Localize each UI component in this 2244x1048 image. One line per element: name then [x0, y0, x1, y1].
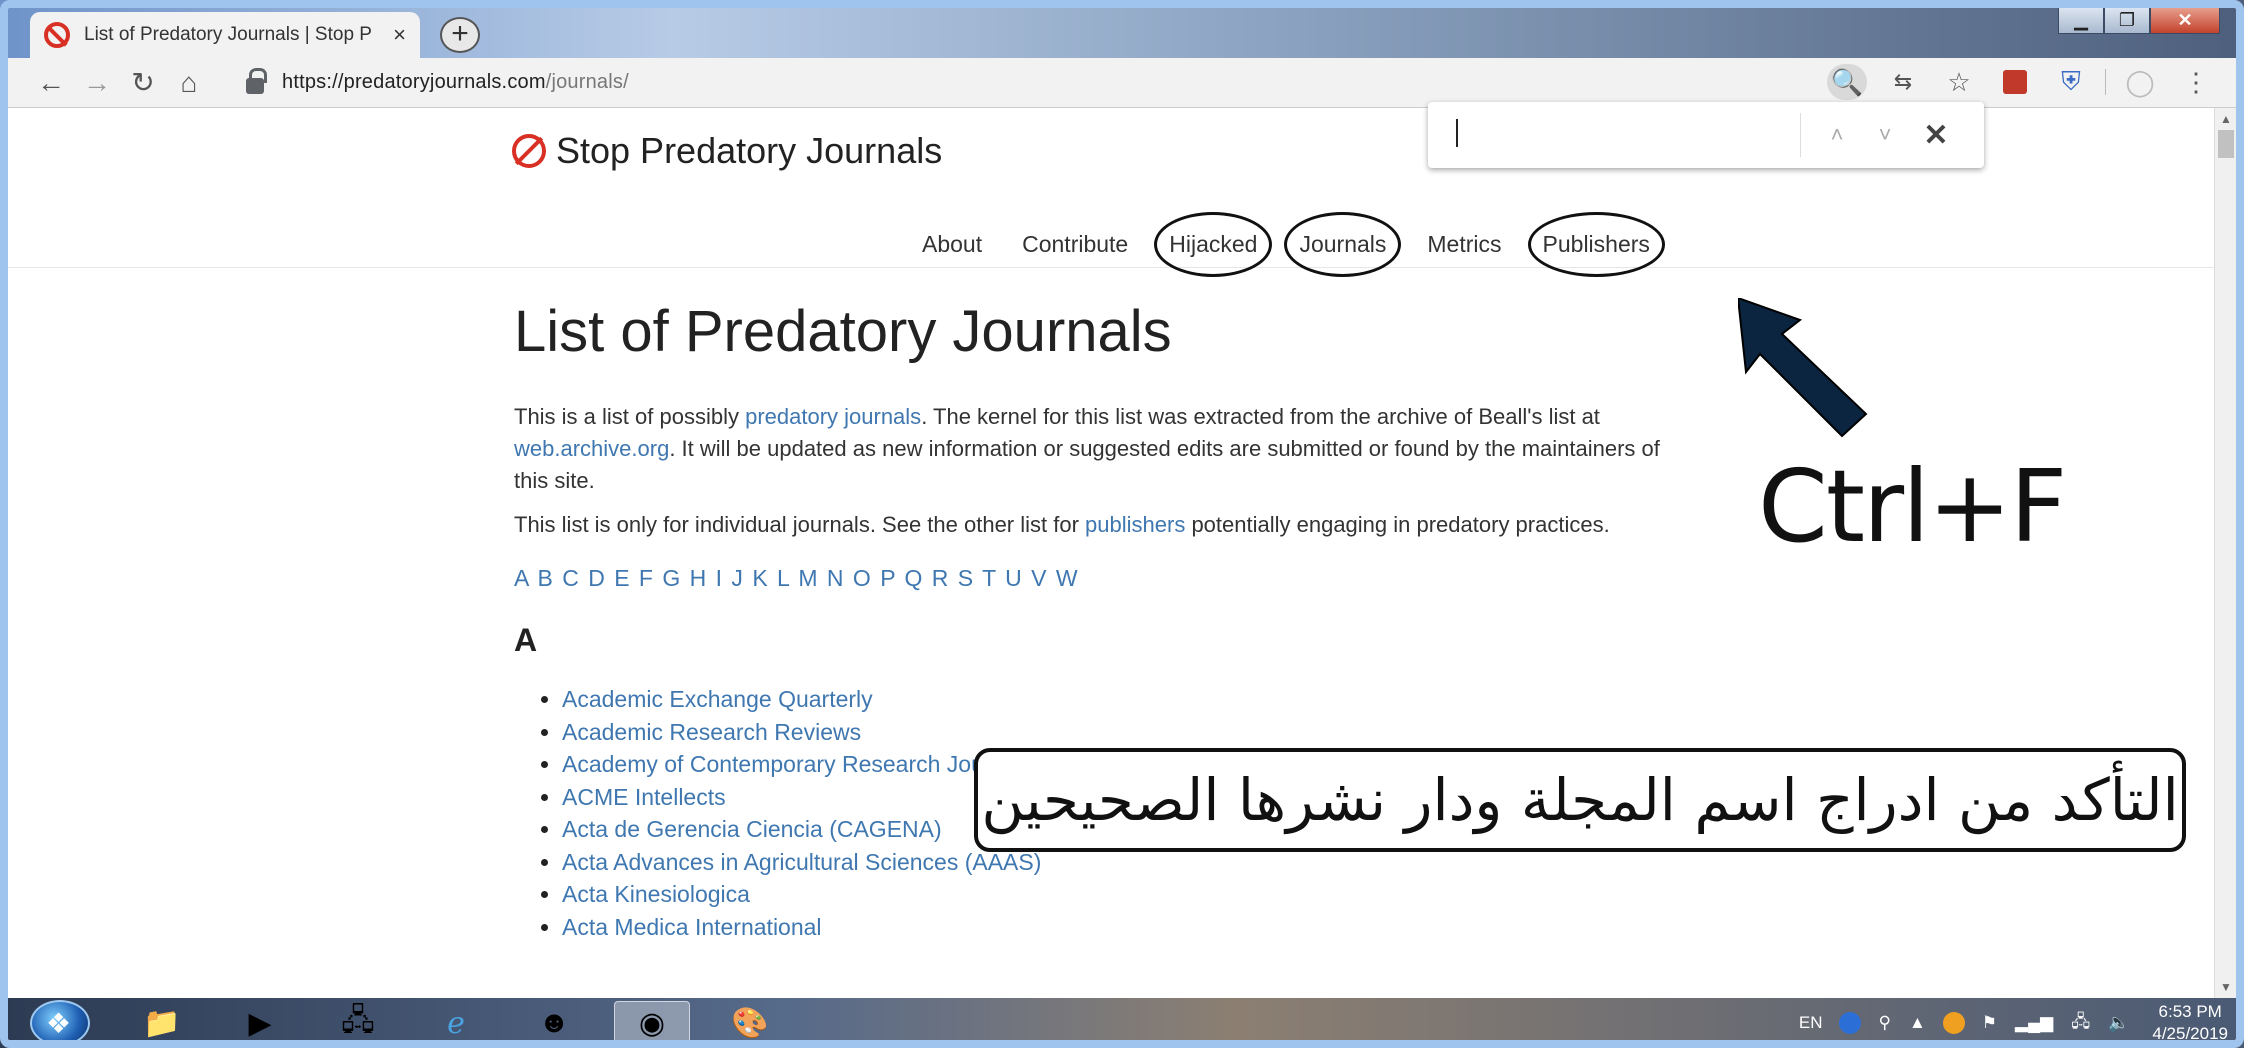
notification-icon[interactable]: [1942, 1012, 1965, 1034]
browser-toolbar: ← → ↻ ⌂ https://predatoryjournals.com/jo…: [0, 58, 2244, 108]
find-in-page-icon[interactable]: 🔍: [1827, 64, 1867, 100]
web-archive-link[interactable]: web.archive.org: [514, 436, 669, 461]
list-item[interactable]: Acta Kinesiologica: [562, 878, 1714, 911]
reload-icon[interactable]: ↻: [120, 66, 166, 99]
clock-date: 4/25/2019: [2152, 1024, 2228, 1043]
pin-icon[interactable]: ⚲: [1878, 1013, 1890, 1033]
close-window-button[interactable]: ✕: [2150, 6, 2220, 34]
forward-arrow-icon[interactable]: →: [74, 67, 120, 99]
signal-bars-icon[interactable]: ▂▄▆: [2015, 1013, 2053, 1033]
alphabet-index[interactable]: A B C D E F G H I J K L M N O P Q R S T …: [514, 565, 1714, 592]
annotation-arrow-icon: [1738, 298, 1868, 438]
toolbar-actions: 🔍 ⇆ ☆ ⛨ ◯ ⋮: [1819, 64, 2224, 100]
network-app-icon[interactable]: 🖧: [320, 1001, 396, 1045]
find-divider: [1800, 113, 1801, 157]
extension-icon-shield[interactable]: ⛨: [2051, 64, 2091, 100]
messenger-app-icon[interactable]: ☻: [516, 1001, 592, 1045]
maximize-button[interactable]: ❐: [2104, 6, 2150, 34]
tab-strip: List of Predatory Journals | Stop P × + …: [0, 0, 2244, 58]
scroll-up-icon[interactable]: ▲: [2220, 112, 2232, 126]
url-text[interactable]: https://predatoryjournals.com/journals/: [282, 71, 629, 94]
extension-icon-red[interactable]: [1995, 64, 2035, 100]
find-bar: ˄ ˅ ✕: [1428, 102, 1984, 168]
address-bar[interactable]: https://predatoryjournals.com/journals/: [246, 63, 629, 103]
translate-icon[interactable]: ⇆: [1883, 64, 1923, 100]
stop-sign-icon: [512, 134, 546, 168]
list-item[interactable]: Acta Medica International: [562, 911, 1714, 944]
find-close-button[interactable]: ✕: [1909, 118, 1963, 153]
shortcut-annotation: Ctrl+F: [1758, 448, 2067, 565]
start-button[interactable]: [30, 1000, 90, 1046]
nav-hijacked[interactable]: Hijacked: [1154, 212, 1273, 277]
list-item[interactable]: Academic Research Reviews: [562, 716, 1714, 749]
system-tray: EN ⚲ ▲ ⚑ ▂▄▆ 🖧 🔈 6:53 PM 4/25/2019: [1790, 998, 2228, 1048]
home-icon[interactable]: ⌂: [166, 67, 212, 99]
clock-time: 6:53 PM: [2158, 1002, 2222, 1021]
section-heading: A: [514, 622, 538, 658]
minimize-button[interactable]: ▁: [2058, 6, 2104, 34]
help-icon[interactable]: [1839, 1012, 1862, 1034]
site-title: Stop Predatory Journals: [556, 130, 943, 171]
site-nav: About Contribute Hijacked Journals Metri…: [922, 212, 1691, 277]
page-title: List of Predatory Journals: [514, 299, 1172, 364]
publishers-link[interactable]: publishers: [1085, 512, 1185, 537]
bookmark-star-icon[interactable]: ☆: [1939, 64, 1979, 100]
back-arrow-icon[interactable]: ←: [28, 67, 74, 99]
arabic-annotation: التأكد من ادراج اسم المجلة ودار نشرها ال…: [974, 748, 2186, 852]
new-tab-button[interactable]: +: [440, 17, 480, 53]
file-explorer-icon[interactable]: 📁: [124, 1001, 200, 1045]
internet-explorer-icon[interactable]: ℯ: [418, 1001, 494, 1045]
tab-title: List of Predatory Journals | Stop P: [84, 24, 372, 45]
note-paragraph: This list is only for individual journal…: [514, 512, 1610, 537]
clock[interactable]: 6:53 PM 4/25/2019: [2152, 1001, 2228, 1045]
find-next-button[interactable]: ˅: [1861, 122, 1909, 148]
show-hidden-icons[interactable]: ▲: [1909, 1013, 1926, 1033]
paint-icon[interactable]: 🎨: [712, 1001, 788, 1045]
web-page: Stop Predatory Journals About Contribute…: [0, 108, 2214, 998]
page-scrollbar[interactable]: ▲ ▼: [2214, 108, 2236, 998]
language-indicator[interactable]: EN: [1799, 1013, 1823, 1033]
toolbar-divider: [2105, 69, 2106, 95]
find-input[interactable]: [1428, 115, 1798, 155]
browser-tab[interactable]: List of Predatory Journals | Stop P ×: [30, 12, 420, 58]
site-logo[interactable]: Stop Predatory Journals: [512, 130, 942, 172]
scroll-thumb[interactable]: [2218, 130, 2234, 158]
intro-paragraph: This is a list of possibly predatory jou…: [514, 404, 1660, 493]
nav-journals[interactable]: Journals: [1284, 212, 1402, 277]
nav-metrics[interactable]: Metrics: [1427, 231, 1501, 258]
profile-avatar-icon[interactable]: ◯: [2120, 64, 2160, 100]
action-center-flag-icon[interactable]: ⚑: [1982, 1013, 1997, 1033]
list-item[interactable]: Academic Exchange Quarterly: [562, 683, 1714, 716]
nav-publishers[interactable]: Publishers: [1527, 212, 1665, 277]
stop-sign-icon: [44, 22, 70, 48]
menu-kebab-icon[interactable]: ⋮: [2176, 64, 2216, 100]
window-controls: ▁ ❐ ✕: [2058, 6, 2220, 34]
chrome-icon[interactable]: ◉: [614, 1001, 690, 1045]
scroll-down-icon[interactable]: ▼: [2220, 980, 2232, 994]
network-icon[interactable]: 🖧: [2071, 1009, 2090, 1038]
text-cursor: [1456, 119, 1458, 147]
tab-close-button[interactable]: ×: [393, 22, 406, 48]
find-previous-button[interactable]: ˄: [1813, 122, 1861, 148]
nav-about[interactable]: About: [922, 231, 982, 258]
media-player-icon[interactable]: ▶: [222, 1001, 298, 1045]
lock-icon: [246, 67, 267, 94]
nav-contribute[interactable]: Contribute: [1022, 231, 1128, 258]
predatory-journals-link[interactable]: predatory journals: [745, 404, 921, 429]
volume-icon[interactable]: 🔈: [2108, 1013, 2129, 1033]
windows-taskbar: 📁 ▶ 🖧 ℯ ☻ ◉ 🎨 EN ⚲ ▲ ⚑ ▂▄▆ 🖧 🔈 6:53 PM 4…: [0, 998, 2244, 1048]
